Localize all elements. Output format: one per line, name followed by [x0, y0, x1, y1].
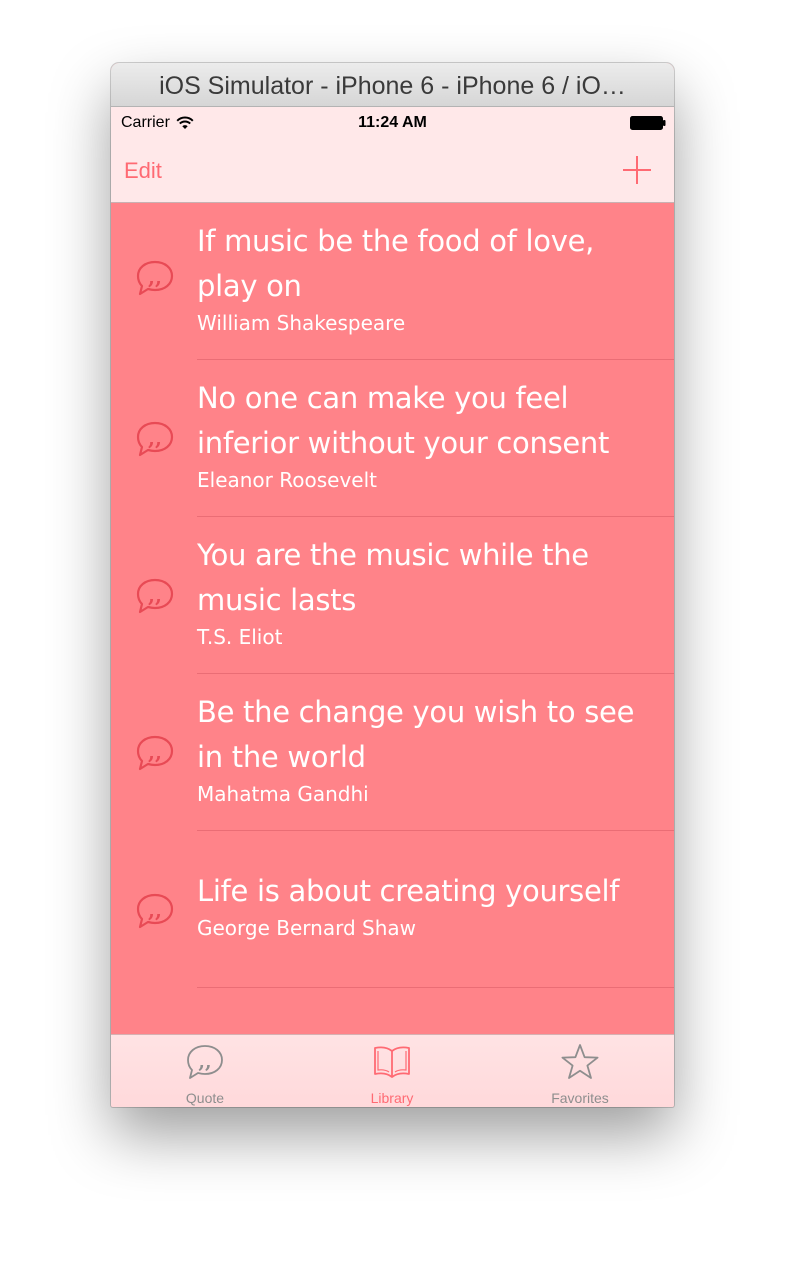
quote-text: No one can make you feel inferior withou…: [197, 381, 610, 460]
quote-content: Be the change you wish to see in the wor…: [197, 690, 644, 806]
row-separator: [197, 987, 674, 988]
quote-bubble-icon: ,,: [136, 578, 174, 614]
quote-row[interactable]: ,, No one can make you feel inferior wit…: [111, 360, 674, 517]
status-bar: Carrier 11:24 AM: [111, 107, 674, 139]
svg-text:,,: ,,: [148, 265, 162, 289]
quote-row[interactable]: ,, Life is about creating yourself Georg…: [111, 831, 674, 988]
edit-button[interactable]: Edit: [124, 158, 162, 184]
quote-content: If music be the food of love, play on Wi…: [197, 219, 644, 335]
quote-row[interactable]: ,, Be the change you wish to see in the …: [111, 674, 674, 831]
quote-text: Be the change you wish to see in the wor…: [197, 695, 635, 774]
star-icon: [561, 1044, 599, 1079]
tab-library[interactable]: Library: [322, 1035, 462, 1107]
quote-row[interactable]: ,, You are the music while the music las…: [111, 517, 674, 674]
navigation-bar: Edit: [111, 139, 674, 203]
plus-icon[interactable]: [622, 155, 652, 185]
quote-author: Mahatma Gandhi: [197, 782, 369, 806]
tab-favorites-label: Favorites: [551, 1090, 609, 1106]
tab-library-label: Library: [370, 1090, 414, 1106]
quote-list[interactable]: ,, If music be the food of love, play on…: [111, 203, 674, 1035]
book-icon: [374, 1046, 410, 1078]
quote-bubble-icon: ,,: [136, 735, 174, 771]
quote-text: Life is about creating yourself: [197, 874, 620, 908]
quote-author: William Shakespeare: [197, 311, 406, 335]
quote-text: You are the music while the music lasts: [197, 538, 589, 617]
quote-row[interactable]: ,, If music be the food of love, play on…: [111, 203, 674, 360]
quote-bubble-icon: ,,: [136, 893, 174, 929]
svg-text:,,: ,,: [148, 426, 162, 450]
quote-bubble-icon: ,,: [136, 260, 174, 296]
battery-icon: [630, 116, 666, 130]
window-titlebar[interactable]: iOS Simulator - iPhone 6 - iPhone 6 / iO…: [111, 63, 674, 107]
window-title: iOS Simulator - iPhone 6 - iPhone 6 / iO…: [159, 72, 626, 100]
quote-content: No one can make you feel inferior withou…: [197, 376, 644, 492]
tab-quote-label: Quote: [185, 1090, 225, 1106]
quote-author: Eleanor Roosevelt: [197, 468, 377, 492]
quote-content: You are the music while the music lasts …: [197, 533, 644, 649]
svg-text:,,: ,,: [148, 583, 162, 607]
quote-author: T.S. Eliot: [197, 625, 283, 649]
tab-bar: ,, Quote Library Favorites: [111, 1034, 674, 1107]
quote-bubble-icon: ,,: [136, 421, 174, 457]
svg-text:,,: ,,: [148, 898, 162, 922]
svg-text:,,: ,,: [198, 1051, 211, 1073]
status-time: 11:24 AM: [358, 114, 427, 131]
simulator-window: iOS Simulator - iPhone 6 - iPhone 6 / iO…: [111, 63, 674, 1107]
quote-content: Life is about creating yourself George B…: [197, 869, 644, 940]
tab-favorites[interactable]: Favorites: [510, 1035, 650, 1107]
quote-bubble-icon: ,,: [187, 1045, 223, 1079]
quote-author: George Bernard Shaw: [197, 916, 417, 940]
quote-text: If music be the food of love, play on: [197, 224, 595, 303]
tab-quote[interactable]: ,, Quote: [135, 1035, 275, 1107]
svg-text:,,: ,,: [148, 740, 162, 764]
